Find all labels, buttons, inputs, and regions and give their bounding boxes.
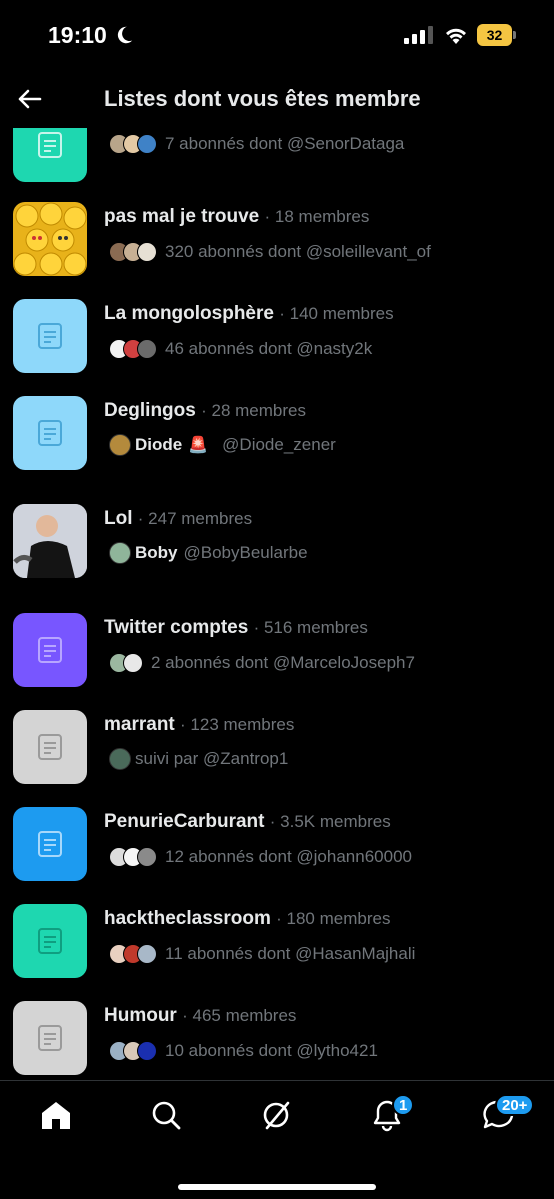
list-item[interactable]: marrant · 123 membres suivi par @Zantrop… [0, 710, 554, 802]
follower-avatars [109, 944, 157, 964]
list-item[interactable]: Lol · 247 membres Boby @BobyBeularbe [0, 504, 554, 596]
list-member-count: · 123 membres [180, 715, 295, 734]
list-item[interactable]: Humour · 465 membres 10 abonnés dont @ly… [0, 1001, 554, 1080]
list-icon [38, 928, 62, 954]
siren-icon: 🚨 [188, 437, 209, 454]
list-member-count: · 516 membres [253, 618, 368, 637]
list-thumbnail [13, 807, 87, 881]
list-member-count: · 247 membres [137, 509, 253, 528]
list-member-count: · 28 membres [201, 401, 306, 420]
list-name: Deglingos [104, 400, 196, 421]
list-item[interactable]: Twitter comptes · 516 membres 2 abonnés … [0, 613, 554, 705]
wifi-icon [446, 28, 466, 44]
list-thumbnail [13, 904, 87, 978]
list-item[interactable]: PenurieCarburant · 3.5K membres 12 abonn… [0, 807, 554, 899]
list-thumbnail [13, 613, 87, 687]
list-name: La mongolosphère [104, 303, 274, 324]
home-indicator [178, 1184, 376, 1190]
list-thumbnail-emoji [13, 202, 87, 276]
avatar [109, 434, 131, 456]
grok-icon[interactable] [258, 1097, 294, 1133]
list-owner-handle: @BobyBeularbe [183, 543, 308, 562]
list-icon [38, 1025, 62, 1051]
list-icon [38, 420, 62, 446]
list-member-count: · 140 membres [279, 304, 394, 323]
list-followers-text: 11 abonnés dont @HasanMajhali [165, 944, 416, 963]
list-icon [38, 831, 62, 857]
messages-badge: 20+ [495, 1094, 535, 1116]
home-icon[interactable] [38, 1097, 74, 1133]
status-time: 19:10 [48, 22, 107, 48]
list-name: Humour [104, 1005, 177, 1026]
list-followers-text: 12 abonnés dont @johann60000 [165, 847, 412, 866]
list-member-count: · 180 membres [276, 909, 391, 928]
list-name: Twitter comptes [104, 617, 249, 638]
notifications-badge: 1 [392, 1094, 415, 1116]
follower-avatars [109, 242, 157, 262]
avatar [109, 542, 131, 564]
lists-feed: 7 abonnés dont @SenorDataga pas mal je t… [0, 128, 554, 1080]
list-name: hacktheclassroom [104, 908, 271, 929]
list-item[interactable]: pas mal je trouve · 18 membres 320 abonn… [0, 202, 554, 294]
page-title: Listes dont vous êtes membre [104, 86, 421, 111]
list-owner-name: Boby [135, 543, 178, 562]
avatar [109, 748, 131, 770]
list-name: marrant [104, 714, 175, 735]
follower-avatars [109, 847, 157, 867]
battery-icon: 32 [477, 24, 517, 46]
list-owner-handle: @Diode_zener [222, 435, 336, 454]
list-followers-text: 320 abonnés dont @soleillevant_of [165, 242, 431, 261]
emoji-pattern-icon [13, 202, 87, 276]
status-bar: 19:10 32 [0, 0, 554, 72]
cellular-signal-icon [404, 26, 433, 44]
list-name: Lol [104, 508, 133, 529]
list-icon [38, 637, 62, 663]
follower-avatars [109, 339, 157, 359]
list-name: pas mal je trouve [104, 206, 260, 227]
list-icon [38, 734, 62, 760]
list-item[interactable]: Deglingos · 28 membres Diode 🚨 @Diode_ze… [0, 396, 554, 488]
list-followers-text: 7 abonnés dont @SenorDataga [165, 134, 405, 153]
list-member-count: · 465 membres [182, 1006, 297, 1025]
follower-avatars [109, 1041, 157, 1061]
list-name: PenurieCarburant [104, 811, 265, 832]
list-item[interactable]: La mongolosphère · 140 membres 46 abonné… [0, 299, 554, 391]
follower-avatars [109, 134, 157, 154]
list-thumbnail [13, 710, 87, 784]
list-thumbnail [13, 1001, 87, 1075]
list-followers-text: 46 abonnés dont @nasty2k [165, 339, 373, 358]
list-item[interactable]: 7 abonnés dont @SenorDataga [0, 128, 554, 200]
list-icon [38, 323, 62, 349]
list-member-count: · 3.5K membres [269, 812, 391, 831]
list-followers-text: 2 abonnés dont @MarceloJoseph7 [151, 653, 415, 672]
battery-level: 32 [477, 24, 512, 46]
list-item[interactable]: hacktheclassroom · 180 membres 11 abonné… [0, 904, 554, 996]
follower-avatars [109, 653, 143, 673]
list-thumbnail [13, 299, 87, 373]
moon-icon [117, 26, 133, 44]
bottom-tab-bar: 1 20+ [0, 1080, 554, 1199]
list-member-count: · 18 membres [264, 207, 370, 226]
header: Listes dont vous êtes membre [0, 72, 554, 128]
list-followers-text: suivi par @Zantrop1 [135, 749, 289, 768]
list-thumbnail [13, 396, 87, 470]
person-photo-icon [13, 504, 87, 578]
list-icon [38, 132, 62, 158]
list-thumbnail [13, 128, 87, 182]
list-owner-name: Diode [135, 435, 183, 454]
list-thumbnail-photo [13, 504, 87, 578]
list-followers-text: 10 abonnés dont @lytho421 [165, 1041, 378, 1060]
back-arrow-icon[interactable] [14, 84, 44, 114]
search-icon[interactable] [148, 1097, 184, 1133]
